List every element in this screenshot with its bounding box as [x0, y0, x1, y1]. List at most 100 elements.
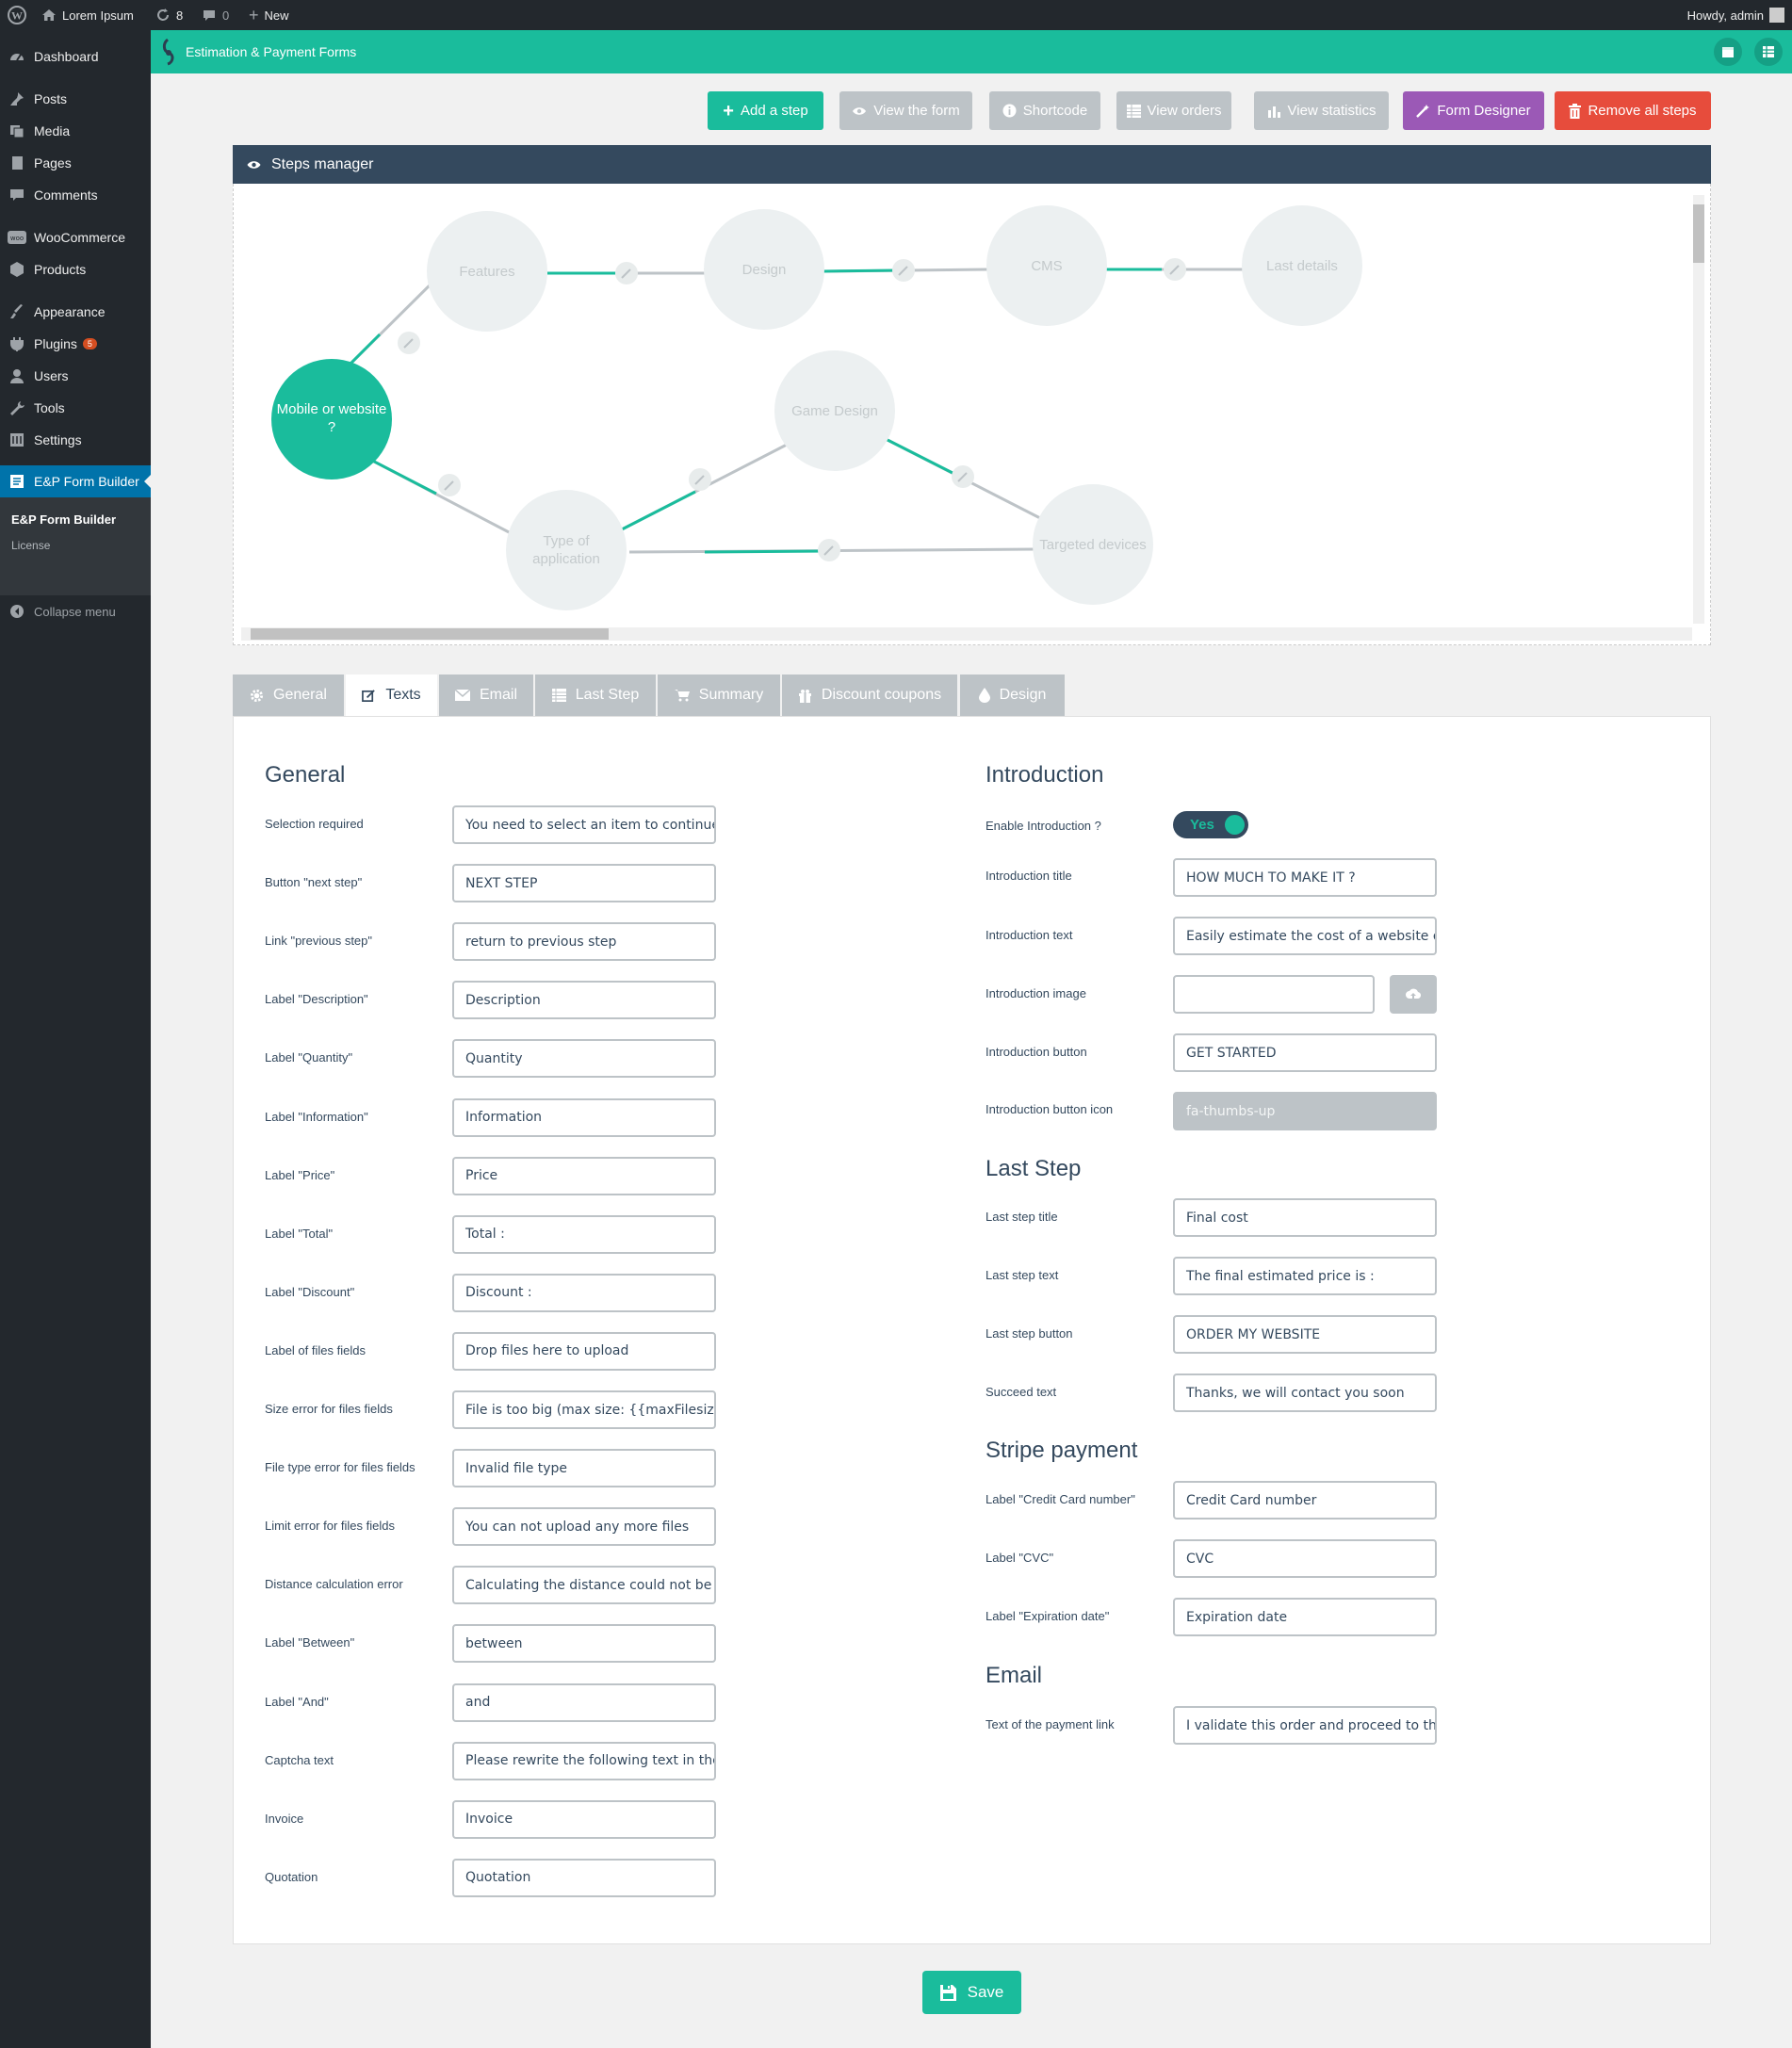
- text-input[interactable]: Credit Card number: [1173, 1481, 1437, 1520]
- view-form-button[interactable]: View the form: [839, 91, 972, 130]
- steps-canvas[interactable]: Features Design CMS Last details Game De…: [233, 184, 1711, 645]
- text-input[interactable]: Price: [452, 1156, 716, 1195]
- sidebar-item-woocommerce[interactable]: woo WooCommerce: [0, 221, 151, 253]
- collapse-menu-button[interactable]: Collapse menu: [0, 595, 151, 627]
- collapse-label: Collapse menu: [34, 604, 116, 619]
- horizontal-scrollbar[interactable]: [241, 627, 1692, 641]
- tab-discount-coupons[interactable]: Discount coupons: [782, 675, 957, 716]
- vertical-scrollbar[interactable]: [1693, 195, 1704, 624]
- new-content-link[interactable]: + New: [249, 0, 289, 30]
- sidebar-item-comments[interactable]: Comments: [0, 179, 151, 211]
- form-designer-button[interactable]: Form Designer: [1403, 91, 1544, 130]
- text-input[interactable]: NEXT STEP: [452, 864, 716, 903]
- text-input[interactable]: File is too big (max size: {{maxFilesize…: [452, 1390, 716, 1429]
- introduction-button-icon-input[interactable]: fa-thumbs-up: [1173, 1092, 1437, 1130]
- text-input[interactable]: Invoice: [452, 1799, 716, 1839]
- tab-design[interactable]: Design: [960, 675, 1065, 716]
- text-input[interactable]: Drop files here to upload: [452, 1331, 716, 1371]
- text-input[interactable]: Information: [452, 1097, 716, 1137]
- step-node-game-design[interactable]: Game Design: [774, 350, 895, 471]
- comments-link[interactable]: 0: [202, 0, 229, 30]
- text-input[interactable]: You can not upload any more files: [452, 1507, 716, 1547]
- text-input[interactable]: return to previous step: [452, 922, 716, 962]
- introduction-button-icon-label: Introduction button icon: [986, 1102, 1114, 1116]
- link-edit-handle[interactable]: [818, 539, 840, 561]
- user-account-menu[interactable]: Howdy, admin: [1687, 0, 1784, 30]
- text-input[interactable]: and: [452, 1682, 716, 1722]
- text-input[interactable]: ORDER MY WEBSITE: [1173, 1315, 1437, 1354]
- magic-wand-icon: [1416, 105, 1430, 118]
- tab-last-step[interactable]: Last Step: [535, 675, 656, 716]
- sidebar-item-plugins[interactable]: Plugins 5: [0, 328, 151, 360]
- introduction-button-input[interactable]: GET STARTED: [1173, 1033, 1437, 1072]
- list-view-button[interactable]: [1754, 38, 1783, 66]
- link-edit-handle[interactable]: [689, 468, 711, 491]
- upload-image-button[interactable]: [1390, 975, 1437, 1014]
- sidebar-item-products[interactable]: Products: [0, 253, 151, 285]
- step-node-features[interactable]: Features: [427, 211, 547, 332]
- submenu-item-builder[interactable]: E&P Form Builder: [11, 512, 116, 527]
- updates-link[interactable]: 8: [155, 0, 183, 30]
- tab-summary[interactable]: Summary: [658, 675, 780, 716]
- text-input[interactable]: CVC: [1173, 1539, 1437, 1578]
- scrollbar-thumb[interactable]: [1693, 204, 1704, 263]
- wordpress-logo-icon[interactable]: W: [8, 0, 26, 30]
- text-input[interactable]: Final cost: [1173, 1198, 1437, 1237]
- add-step-button[interactable]: + Add a step: [708, 91, 823, 130]
- sidebar-item-dashboard[interactable]: Dashboard: [0, 41, 151, 73]
- sidebar-item-posts[interactable]: Posts: [0, 83, 151, 115]
- calendar-button[interactable]: [1714, 38, 1742, 66]
- sidebar-item-pages[interactable]: Pages: [0, 147, 151, 179]
- link-edit-handle[interactable]: [952, 465, 974, 488]
- step-node-cms[interactable]: CMS: [986, 205, 1107, 326]
- text-input[interactable]: You need to select an item to continue: [452, 805, 716, 844]
- text-input[interactable]: Thanks, we will contact you soon: [1173, 1373, 1437, 1412]
- introduction-text-input[interactable]: Easily estimate the cost of a website or…: [1173, 917, 1437, 955]
- text-input[interactable]: Calculating the distance could not be pe…: [452, 1566, 716, 1605]
- step-node-last-details[interactable]: Last details: [1242, 205, 1362, 326]
- introduction-image-input[interactable]: [1173, 975, 1375, 1014]
- view-orders-button[interactable]: View orders: [1116, 91, 1231, 130]
- sidebar-item-settings[interactable]: Settings: [0, 424, 151, 456]
- sidebar-item-media[interactable]: Media: [0, 115, 151, 147]
- introduction-title-input[interactable]: HOW MUCH TO MAKE IT ?: [1173, 858, 1437, 897]
- site-name-link[interactable]: Lorem Ipsum: [41, 0, 134, 30]
- text-input[interactable]: between: [452, 1624, 716, 1664]
- text-input[interactable]: Invalid file type: [452, 1449, 716, 1488]
- text-input[interactable]: Expiration date: [1173, 1598, 1437, 1636]
- link-edit-handle[interactable]: [438, 474, 461, 496]
- sidebar-item-appearance[interactable]: Appearance: [0, 296, 151, 328]
- shortcode-button[interactable]: Shortcode: [989, 91, 1100, 130]
- steps-manager-title: Steps manager: [271, 155, 374, 172]
- step-node-mobile-or-website[interactable]: Mobile or website ?: [271, 359, 392, 479]
- link-edit-handle[interactable]: [615, 262, 638, 284]
- view-statistics-button[interactable]: View statistics: [1254, 91, 1389, 130]
- tab-texts[interactable]: Texts: [346, 675, 437, 716]
- tab-label: Design: [999, 687, 1047, 703]
- text-input[interactable]: I validate this order and proceed to the…: [1173, 1706, 1437, 1745]
- save-button[interactable]: Save: [922, 1971, 1021, 2014]
- step-node-type-of-application[interactable]: Type of application: [506, 490, 627, 610]
- text-input[interactable]: Quantity: [452, 1039, 716, 1079]
- text-input[interactable]: Total :: [452, 1214, 716, 1254]
- step-node-design[interactable]: Design: [704, 209, 824, 330]
- link-edit-handle[interactable]: [892, 259, 915, 282]
- text-input[interactable]: Quotation: [452, 1858, 716, 1897]
- text-input[interactable]: Description: [452, 981, 716, 1020]
- enable-introduction-toggle[interactable]: Yes: [1173, 811, 1248, 838]
- text-input[interactable]: Discount :: [452, 1273, 716, 1312]
- list-icon: [1763, 46, 1774, 57]
- sidebar-item-users[interactable]: Users: [0, 360, 151, 392]
- link-edit-handle[interactable]: [1164, 258, 1186, 281]
- remove-all-steps-button[interactable]: Remove all steps: [1555, 91, 1711, 130]
- link-edit-handle[interactable]: [398, 332, 420, 354]
- step-node-targeted-devices[interactable]: Targeted devices: [1033, 484, 1153, 605]
- text-input[interactable]: Please rewrite the following text in the…: [452, 1741, 716, 1780]
- sidebar-item-ep-form-builder[interactable]: E&P Form Builder: [0, 465, 151, 497]
- scrollbar-thumb[interactable]: [251, 628, 609, 640]
- tab-email[interactable]: Email: [439, 675, 533, 716]
- sidebar-item-tools[interactable]: Tools: [0, 392, 151, 424]
- tab-general[interactable]: General: [233, 675, 344, 716]
- submenu-item-license[interactable]: License: [11, 539, 50, 552]
- text-input[interactable]: The final estimated price is :: [1173, 1257, 1437, 1295]
